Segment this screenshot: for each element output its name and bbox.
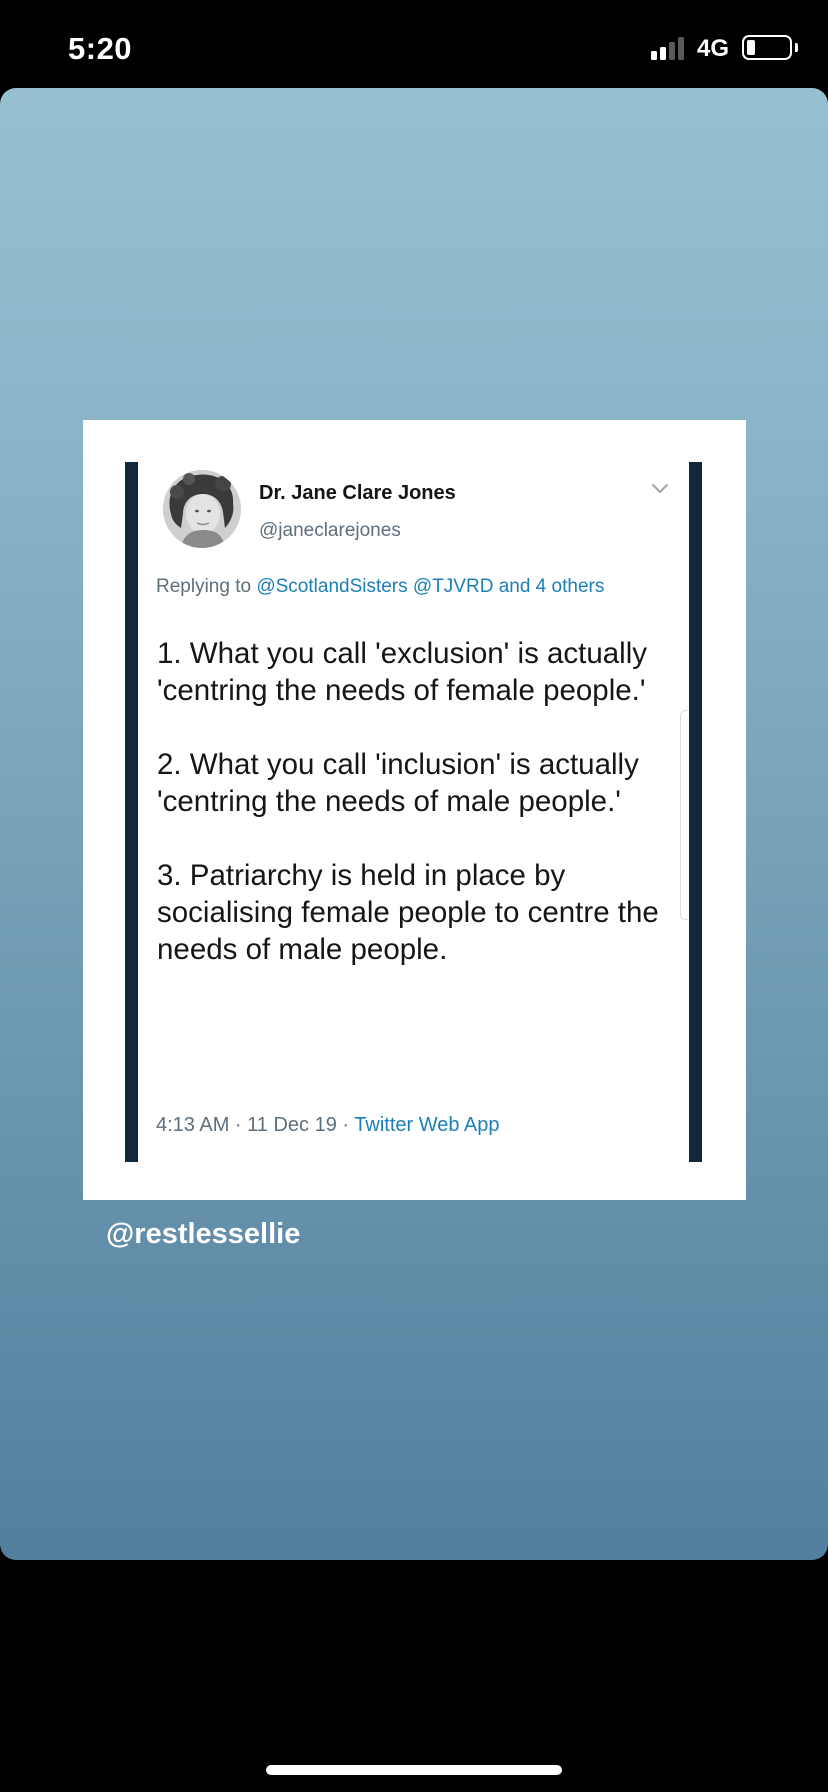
home-indicator[interactable] bbox=[266, 1765, 562, 1775]
network-type: 4G bbox=[697, 35, 730, 62]
tweet-paragraph: 2. What you call 'inclusion' is actually… bbox=[157, 748, 639, 818]
story-frame[interactable]: Dr. Jane Clare Jones @janeclarejones Rep… bbox=[0, 88, 828, 1560]
signal-icon bbox=[651, 36, 689, 60]
tweet-timestamp[interactable]: 4:13 AM · 11 Dec 19 · bbox=[156, 1114, 349, 1136]
story-mention[interactable]: @restlessellie bbox=[106, 1218, 300, 1251]
tweet-screenshot-card: Dr. Jane Clare Jones @janeclarejones Rep… bbox=[83, 420, 746, 1200]
reply-prefix: Replying to bbox=[156, 576, 252, 597]
reply-context: Replying to @ScotlandSisters @TJVRD and … bbox=[156, 572, 636, 602]
tweet-paragraph: 1. What you call 'exclusion' is actually… bbox=[157, 637, 648, 707]
author-name[interactable]: Dr. Jane Clare Jones bbox=[259, 482, 456, 505]
tweet-source-link[interactable]: Twitter Web App bbox=[354, 1114, 499, 1136]
tweet-text: 1. What you call 'exclusion' is actually… bbox=[157, 635, 687, 968]
battery-icon bbox=[742, 35, 792, 60]
card-left-bar bbox=[125, 462, 138, 1162]
card-right-bar bbox=[689, 462, 702, 1162]
author-handle[interactable]: @janeclarejones bbox=[259, 520, 401, 542]
status-bar: 5:20 4G bbox=[0, 0, 828, 90]
tweet-meta: 4:13 AM · 11 Dec 19 · Twitter Web App bbox=[156, 1114, 500, 1137]
battery-tip bbox=[795, 43, 798, 52]
reply-mentions-link[interactable]: @ScotlandSisters @TJVRD and 4 others bbox=[256, 576, 604, 597]
status-time: 5:20 bbox=[68, 31, 133, 66]
avatar bbox=[163, 470, 241, 548]
tweet-paragraph: 3. Patriarchy is held in place by social… bbox=[157, 859, 659, 966]
chevron-down-icon[interactable] bbox=[650, 482, 670, 496]
